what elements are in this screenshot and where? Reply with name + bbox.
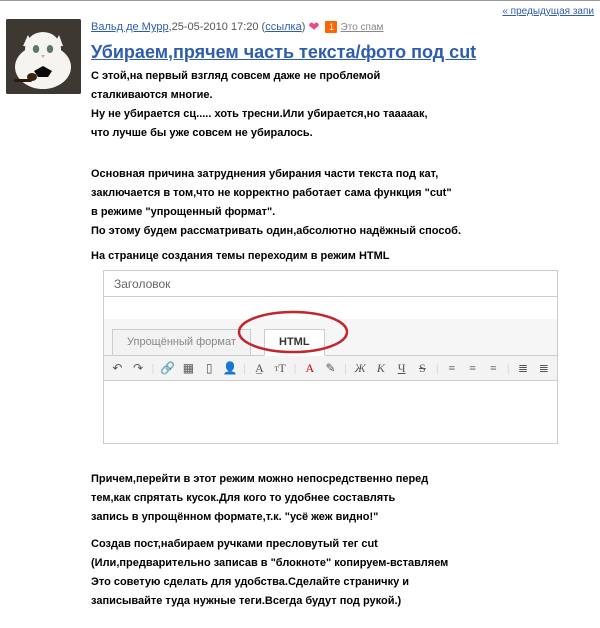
post: Вальд де Мурр,25-05-2010 17:20 (ссылка) … — [6, 19, 594, 613]
undo-icon[interactable]: ↶ — [108, 359, 127, 377]
avatar[interactable] — [6, 19, 81, 94]
user-icon[interactable]: 👤 — [221, 359, 240, 377]
top-nav: « предыдущая запи — [6, 6, 594, 17]
editor-toolbar: ↶ ↷ | 🔗 ▦ ▯ 👤 | A̲ тT | A ✎ | — [103, 356, 558, 381]
editor-canvas[interactable] — [103, 381, 558, 444]
align-left-icon[interactable]: ≡ — [443, 359, 462, 377]
align-center-icon[interactable]: ≡ — [463, 359, 482, 377]
post-content: Вальд де Мурр,25-05-2010 17:20 (ссылка) … — [91, 19, 594, 613]
post-body: С этой,на первый взгляд совсем даже не п… — [91, 69, 594, 609]
prev-post-link[interactable]: « предыдущая запи — [502, 6, 594, 17]
post-meta: Вальд де Мурр,25-05-2010 17:20 (ссылка) … — [91, 19, 594, 36]
post-title: Убираем,прячем часть текста/фото под cut — [91, 42, 594, 63]
link-icon[interactable]: 🔗 — [158, 359, 177, 377]
redo-icon[interactable]: ↷ — [129, 359, 148, 377]
post-title-link[interactable]: Убираем,прячем часть текста/фото под cut — [91, 42, 476, 62]
tab-simple[interactable]: Упрощённый формат — [112, 329, 251, 356]
align-right-icon[interactable]: ≡ — [484, 359, 503, 377]
image-icon[interactable]: ▦ — [179, 359, 198, 377]
page: « предыдущая запи Вальд де Мурр,25-05-20… — [0, 0, 600, 628]
font-icon[interactable]: A̲ — [250, 359, 269, 377]
editor-tabs: Упрощённый формат HTML — [103, 319, 558, 356]
bold-icon[interactable]: Ж — [351, 359, 370, 377]
editor-title-input[interactable] — [104, 296, 557, 319]
spam-link[interactable]: Это спам — [341, 22, 384, 33]
strike-icon[interactable]: S — [413, 359, 432, 377]
editor-title-field: Заголовок — [103, 270, 558, 319]
post-date: ,25-05-2010 17:20 ( — [169, 21, 266, 33]
heart-icon[interactable]: ❤ — [308, 19, 319, 34]
hilite-icon[interactable]: ✎ — [321, 359, 340, 377]
tab-html[interactable]: HTML — [264, 329, 325, 356]
list-ul-icon[interactable]: ≣ — [534, 359, 553, 377]
video-icon[interactable]: ▯ — [200, 359, 219, 377]
font-size-icon[interactable]: тT — [271, 359, 290, 377]
italic-icon[interactable]: К — [372, 359, 391, 377]
editor-screenshot: Заголовок Упрощённый формат HTML ↶ ↷ | — [103, 270, 558, 444]
author-link[interactable]: Вальд де Мурр — [91, 21, 169, 33]
spam-count-badge: 1 — [325, 21, 337, 33]
permalink[interactable]: ссылка — [265, 21, 302, 33]
underline-icon[interactable]: Ч — [392, 359, 411, 377]
list-ol-icon[interactable]: ≣ — [514, 359, 533, 377]
editor-title-label: Заголовок — [104, 271, 557, 296]
color-icon[interactable]: A — [300, 359, 319, 377]
